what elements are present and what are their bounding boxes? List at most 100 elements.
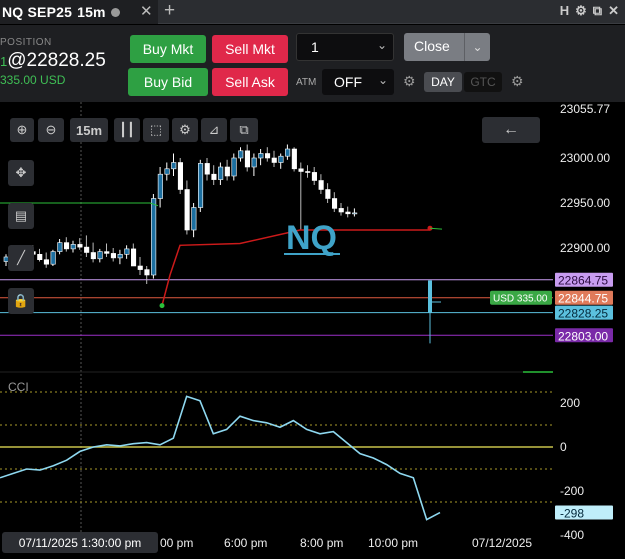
candle-body <box>251 157 257 168</box>
ruler-icon[interactable]: ⊿ <box>201 118 227 142</box>
candle-body <box>84 246 90 253</box>
candle-body <box>258 153 264 159</box>
candle-body <box>291 148 297 170</box>
gear-icon[interactable]: ⚙ <box>575 3 587 19</box>
crosshair-icon[interactable]: ✥ <box>8 160 34 186</box>
position-pnl-tag: USD 335.00 <box>493 294 548 305</box>
tif-day-button[interactable]: DAY <box>424 72 462 92</box>
symbol-watermark: NQ <box>286 219 337 257</box>
tif-gear-icon[interactable]: ⚙ <box>511 73 524 90</box>
time-axis-label: 10:00 pm <box>368 536 418 550</box>
candle-body <box>104 251 110 254</box>
candle-body <box>238 150 244 159</box>
position-avg-price: @22828.25 <box>7 50 106 71</box>
price-axis-top-label: 23055.77 <box>560 102 610 116</box>
cci-axis-label: -400 <box>560 528 584 542</box>
close-position-button[interactable]: Close ⌄ <box>404 33 490 61</box>
candle-body <box>298 168 304 172</box>
cci-axis-label: -200 <box>560 484 584 498</box>
atm-label: ATM <box>296 77 317 88</box>
window-controls: H ⚙ ⧉ ✕ <box>560 3 619 19</box>
close-icon[interactable]: ✕ <box>608 3 619 19</box>
buy-bid-button[interactable]: Buy Bid <box>128 68 208 96</box>
quantity-value: 1 <box>311 39 319 55</box>
chevron-down-icon[interactable]: ⌄ <box>464 33 490 61</box>
order-panel: POSITION 1@22828.25 335.00 USD Buy Mkt S… <box>0 25 625 102</box>
candle-body <box>198 163 204 208</box>
sell-market-button[interactable]: Sell Mkt <box>212 35 288 63</box>
candle-body <box>57 242 63 252</box>
zoom-in-icon[interactable]: ⊕ <box>10 118 34 142</box>
candle-body <box>50 251 56 265</box>
candle-body <box>191 207 197 231</box>
close-tab-icon[interactable]: ✕ <box>140 2 153 20</box>
dom-icon[interactable]: ▤ <box>8 203 34 229</box>
draw-line-icon[interactable]: ╱ <box>8 245 34 271</box>
chart-tab[interactable]: NQ SEP25 15m ✕ <box>0 0 158 24</box>
back-arrow-icon[interactable]: ← <box>482 117 540 143</box>
atm-gear-icon[interactable]: ⚙ <box>403 73 416 90</box>
crosshair-box-icon[interactable]: ⬚ <box>143 118 169 142</box>
candle-body <box>117 254 123 259</box>
candle-body <box>271 157 277 163</box>
position-label: POSITION <box>0 37 52 48</box>
candle-body <box>325 189 331 199</box>
candle-body <box>231 157 237 177</box>
candle-body <box>70 244 76 250</box>
candle-body <box>318 180 324 190</box>
position-price: 1@22828.25 <box>0 50 106 72</box>
atm-select[interactable]: OFF ⌄ <box>322 69 394 95</box>
price-axis-label: 22900.00 <box>560 241 610 255</box>
chart-area[interactable]: 23055.77 23000.00 22950.00 22900.00 22864.75… <box>0 102 625 559</box>
candle-body <box>90 252 96 260</box>
candle-body <box>144 269 150 276</box>
candle-body <box>204 163 210 175</box>
atm-value: OFF <box>334 74 362 90</box>
entry-dot <box>159 303 165 309</box>
cci-current-tag: -298 <box>560 507 584 521</box>
tab-title: NQ SEP25 <box>2 4 73 20</box>
undock-icon[interactable]: ⧉ <box>593 3 602 19</box>
tab-bar: NQ SEP25 15m ✕ + H ⚙ ⧉ ✕ <box>0 0 625 24</box>
time-axis-label: 6:00 pm <box>224 536 267 550</box>
level-tag-text: 22844.75 <box>558 292 608 306</box>
candle-body <box>64 242 70 250</box>
h-icon[interactable]: H <box>560 3 569 19</box>
candle-body <box>305 171 311 173</box>
time-axis-label: 8:00 pm <box>300 536 343 550</box>
level-tag-text: 22803.00 <box>558 329 608 343</box>
candle-body <box>131 248 137 267</box>
candle-body <box>345 211 351 215</box>
quantity-select[interactable]: 1 ⌄ <box>296 33 394 61</box>
candle-body <box>110 253 116 259</box>
gear-icon[interactable]: ⚙ <box>172 118 198 142</box>
buy-market-button[interactable]: Buy Mkt <box>130 35 206 63</box>
lock-icon[interactable]: 🔒 <box>8 288 34 314</box>
candle-body <box>331 198 338 209</box>
candle-body <box>177 162 183 190</box>
candle-body <box>97 251 103 260</box>
candle-body <box>218 166 224 180</box>
candles-icon[interactable]: ┃┃ <box>114 118 140 142</box>
candle-body <box>278 155 284 163</box>
candle-body <box>352 212 358 215</box>
candle-body <box>311 172 318 181</box>
tab-status-dot <box>110 7 120 17</box>
zoom-out-icon[interactable]: ⊖ <box>38 118 64 142</box>
candle-body <box>157 173 163 199</box>
price-chart[interactable]: 23055.77 23000.00 22950.00 22900.00 22864.75… <box>0 102 625 559</box>
tab-interval: 15m <box>77 4 106 20</box>
cci-label: CCI <box>8 380 29 394</box>
price-axis-label: 23000.00 <box>560 151 610 165</box>
candle-body <box>124 248 130 255</box>
tif-gtc-button[interactable]: GTC <box>464 72 502 92</box>
level-tag-text: 22828.25 <box>558 307 608 321</box>
add-tab-icon[interactable]: + <box>164 0 175 22</box>
price-axis-label: 22950.00 <box>560 196 610 210</box>
copy-icon[interactable]: ⧉ <box>230 118 258 142</box>
candle-body <box>338 208 344 213</box>
interval-button[interactable]: 15m <box>70 118 108 142</box>
sell-ask-button[interactable]: Sell Ask <box>212 68 288 96</box>
candle-body <box>43 259 50 265</box>
cci-axis-label: 0 <box>560 440 567 454</box>
